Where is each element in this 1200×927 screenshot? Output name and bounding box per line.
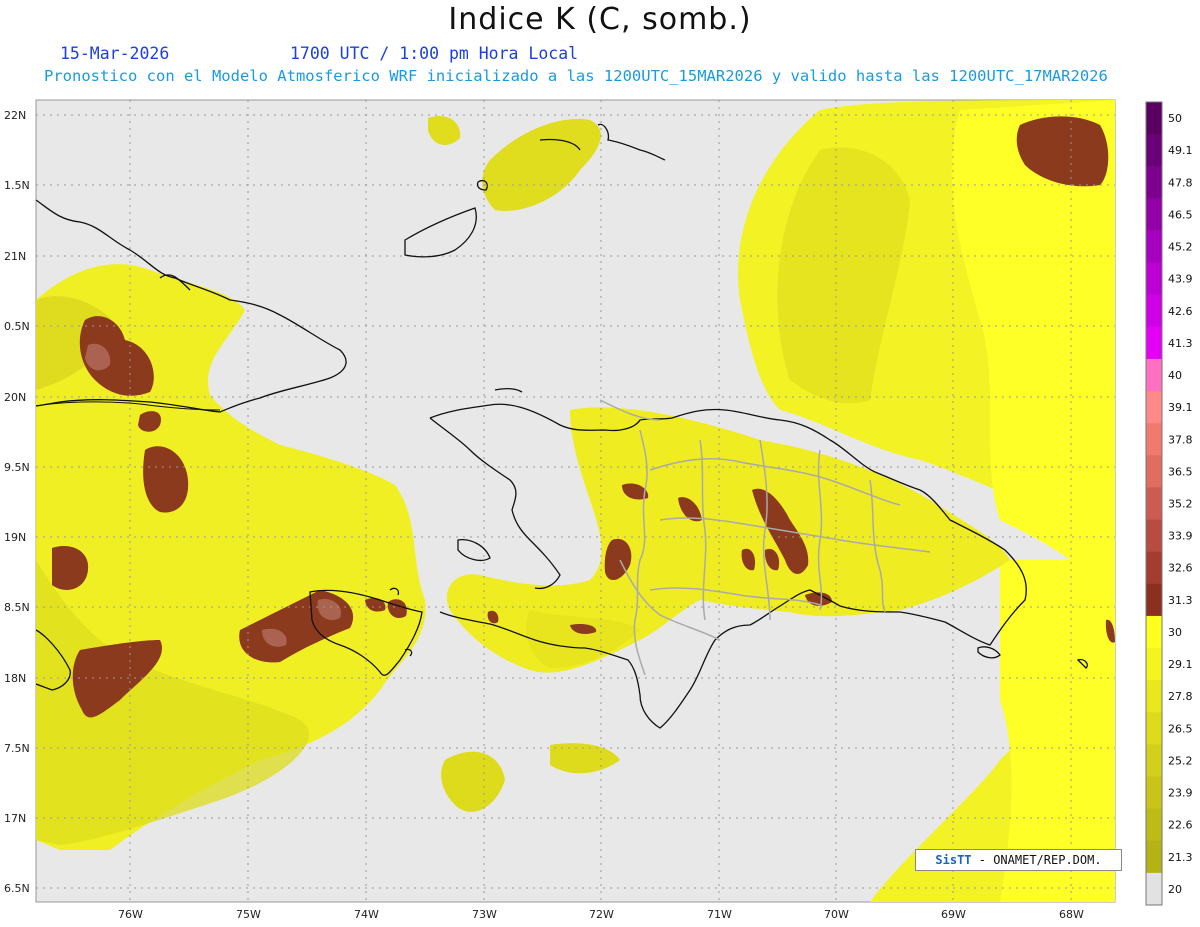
lon-label: 73W bbox=[472, 908, 497, 921]
k-index-map: 22N 1.5N 21N 0.5N 20N 9.5N 19N 8.5N 18N … bbox=[4, 99, 1193, 921]
colorbar-label: 33.9 bbox=[1168, 530, 1193, 543]
lon-label: 70W bbox=[824, 908, 849, 921]
colorbar-label: 29.1 bbox=[1168, 658, 1193, 671]
lat-label: 17N bbox=[4, 812, 26, 825]
colorbar-swatch bbox=[1146, 551, 1162, 585]
colorbar-swatch bbox=[1146, 712, 1162, 745]
lon-label: 74W bbox=[354, 908, 379, 921]
lat-label: 7.5N bbox=[4, 742, 30, 755]
lat-label: 22N bbox=[4, 109, 26, 122]
colorbar-label: 20 bbox=[1168, 883, 1182, 896]
colorbar-swatch bbox=[1146, 358, 1162, 392]
sistt-logo: SisTT bbox=[935, 853, 972, 867]
lat-label: 18N bbox=[4, 672, 26, 685]
colorbar: 50 49.1 47.8 46.5 45.2 43.9 42.6 41.3 40 39.1 37.8… bbox=[1145, 101, 1193, 906]
colorbar-swatch bbox=[1146, 326, 1162, 360]
colorbar-swatch bbox=[1146, 230, 1162, 264]
lon-label: 71W bbox=[707, 908, 732, 921]
colorbar-label: 40 bbox=[1168, 369, 1182, 382]
colorbar-swatch bbox=[1146, 680, 1162, 713]
lat-label: 8.5N bbox=[4, 601, 30, 614]
colorbar-label: 30 bbox=[1168, 626, 1182, 639]
colorbar-swatch bbox=[1146, 648, 1162, 681]
colorbar-label: 22.6 bbox=[1168, 819, 1193, 832]
lat-label: 9.5N bbox=[4, 461, 30, 474]
colorbar-swatch bbox=[1146, 808, 1162, 842]
colorbar-swatch bbox=[1146, 487, 1162, 521]
colorbar-label: 47.8 bbox=[1168, 176, 1193, 189]
colorbar-label: 21.3 bbox=[1168, 851, 1193, 864]
colorbar-swatch bbox=[1146, 102, 1162, 135]
colorbar-swatch bbox=[1146, 166, 1162, 199]
colorbar-label: 45.2 bbox=[1168, 241, 1193, 254]
colorbar-label: 26.5 bbox=[1168, 722, 1193, 735]
colorbar-swatch bbox=[1146, 615, 1162, 649]
colorbar-swatch bbox=[1146, 198, 1162, 231]
lat-label: 1.5N bbox=[4, 179, 30, 192]
colorbar-label: 25.2 bbox=[1168, 754, 1193, 767]
credit-box: SisTT - ONAMET/REP.DOM. bbox=[915, 849, 1122, 871]
colorbar-label: 32.6 bbox=[1168, 562, 1193, 575]
colorbar-label: 31.3 bbox=[1168, 594, 1193, 607]
colorbar-label: 50 bbox=[1168, 112, 1182, 125]
lat-label: 6.5N bbox=[4, 882, 30, 895]
colorbar-swatch bbox=[1146, 872, 1162, 906]
colorbar-label: 37.8 bbox=[1168, 433, 1193, 446]
colorbar-label: 36.5 bbox=[1168, 465, 1193, 478]
colorbar-label: 42.6 bbox=[1168, 305, 1193, 318]
colorbar-swatch bbox=[1146, 776, 1162, 810]
colorbar-swatch bbox=[1146, 134, 1162, 167]
lon-label: 72W bbox=[589, 908, 614, 921]
lon-label: 75W bbox=[236, 908, 261, 921]
colorbar-swatch bbox=[1146, 262, 1162, 296]
lon-label: 76W bbox=[118, 908, 143, 921]
lat-label: 20N bbox=[4, 391, 26, 404]
latitude-axis: 22N 1.5N 21N 0.5N 20N 9.5N 19N 8.5N 18N … bbox=[4, 109, 30, 895]
lat-label: 21N bbox=[4, 250, 26, 263]
colorbar-swatch bbox=[1146, 423, 1162, 456]
colorbar-swatch bbox=[1146, 519, 1162, 553]
colorbar-label: 23.9 bbox=[1168, 787, 1193, 800]
colorbar-swatch bbox=[1146, 455, 1162, 488]
colorbar-swatch bbox=[1146, 294, 1162, 328]
colorbar-swatch bbox=[1146, 391, 1162, 424]
lon-label: 68W bbox=[1059, 908, 1084, 921]
colorbar-label: 35.2 bbox=[1168, 498, 1193, 511]
longitude-axis: 76W 75W 74W 73W 72W 71W 70W 69W 68W bbox=[118, 908, 1084, 921]
colorbar-label: 49.1 bbox=[1168, 144, 1193, 157]
lat-label: 0.5N bbox=[4, 320, 30, 333]
colorbar-swatch bbox=[1146, 840, 1162, 874]
credit-text: - ONAMET/REP.DOM. bbox=[971, 853, 1102, 867]
colorbar-label: 41.3 bbox=[1168, 337, 1193, 350]
colorbar-label: 27.8 bbox=[1168, 690, 1193, 703]
colorbar-label: 43.9 bbox=[1168, 273, 1193, 286]
lat-label: 19N bbox=[4, 531, 26, 544]
colorbar-label: 46.5 bbox=[1168, 208, 1193, 221]
lon-label: 69W bbox=[941, 908, 966, 921]
colorbar-swatch bbox=[1146, 583, 1162, 617]
colorbar-label: 39.1 bbox=[1168, 401, 1193, 414]
colorbar-swatch bbox=[1146, 744, 1162, 778]
